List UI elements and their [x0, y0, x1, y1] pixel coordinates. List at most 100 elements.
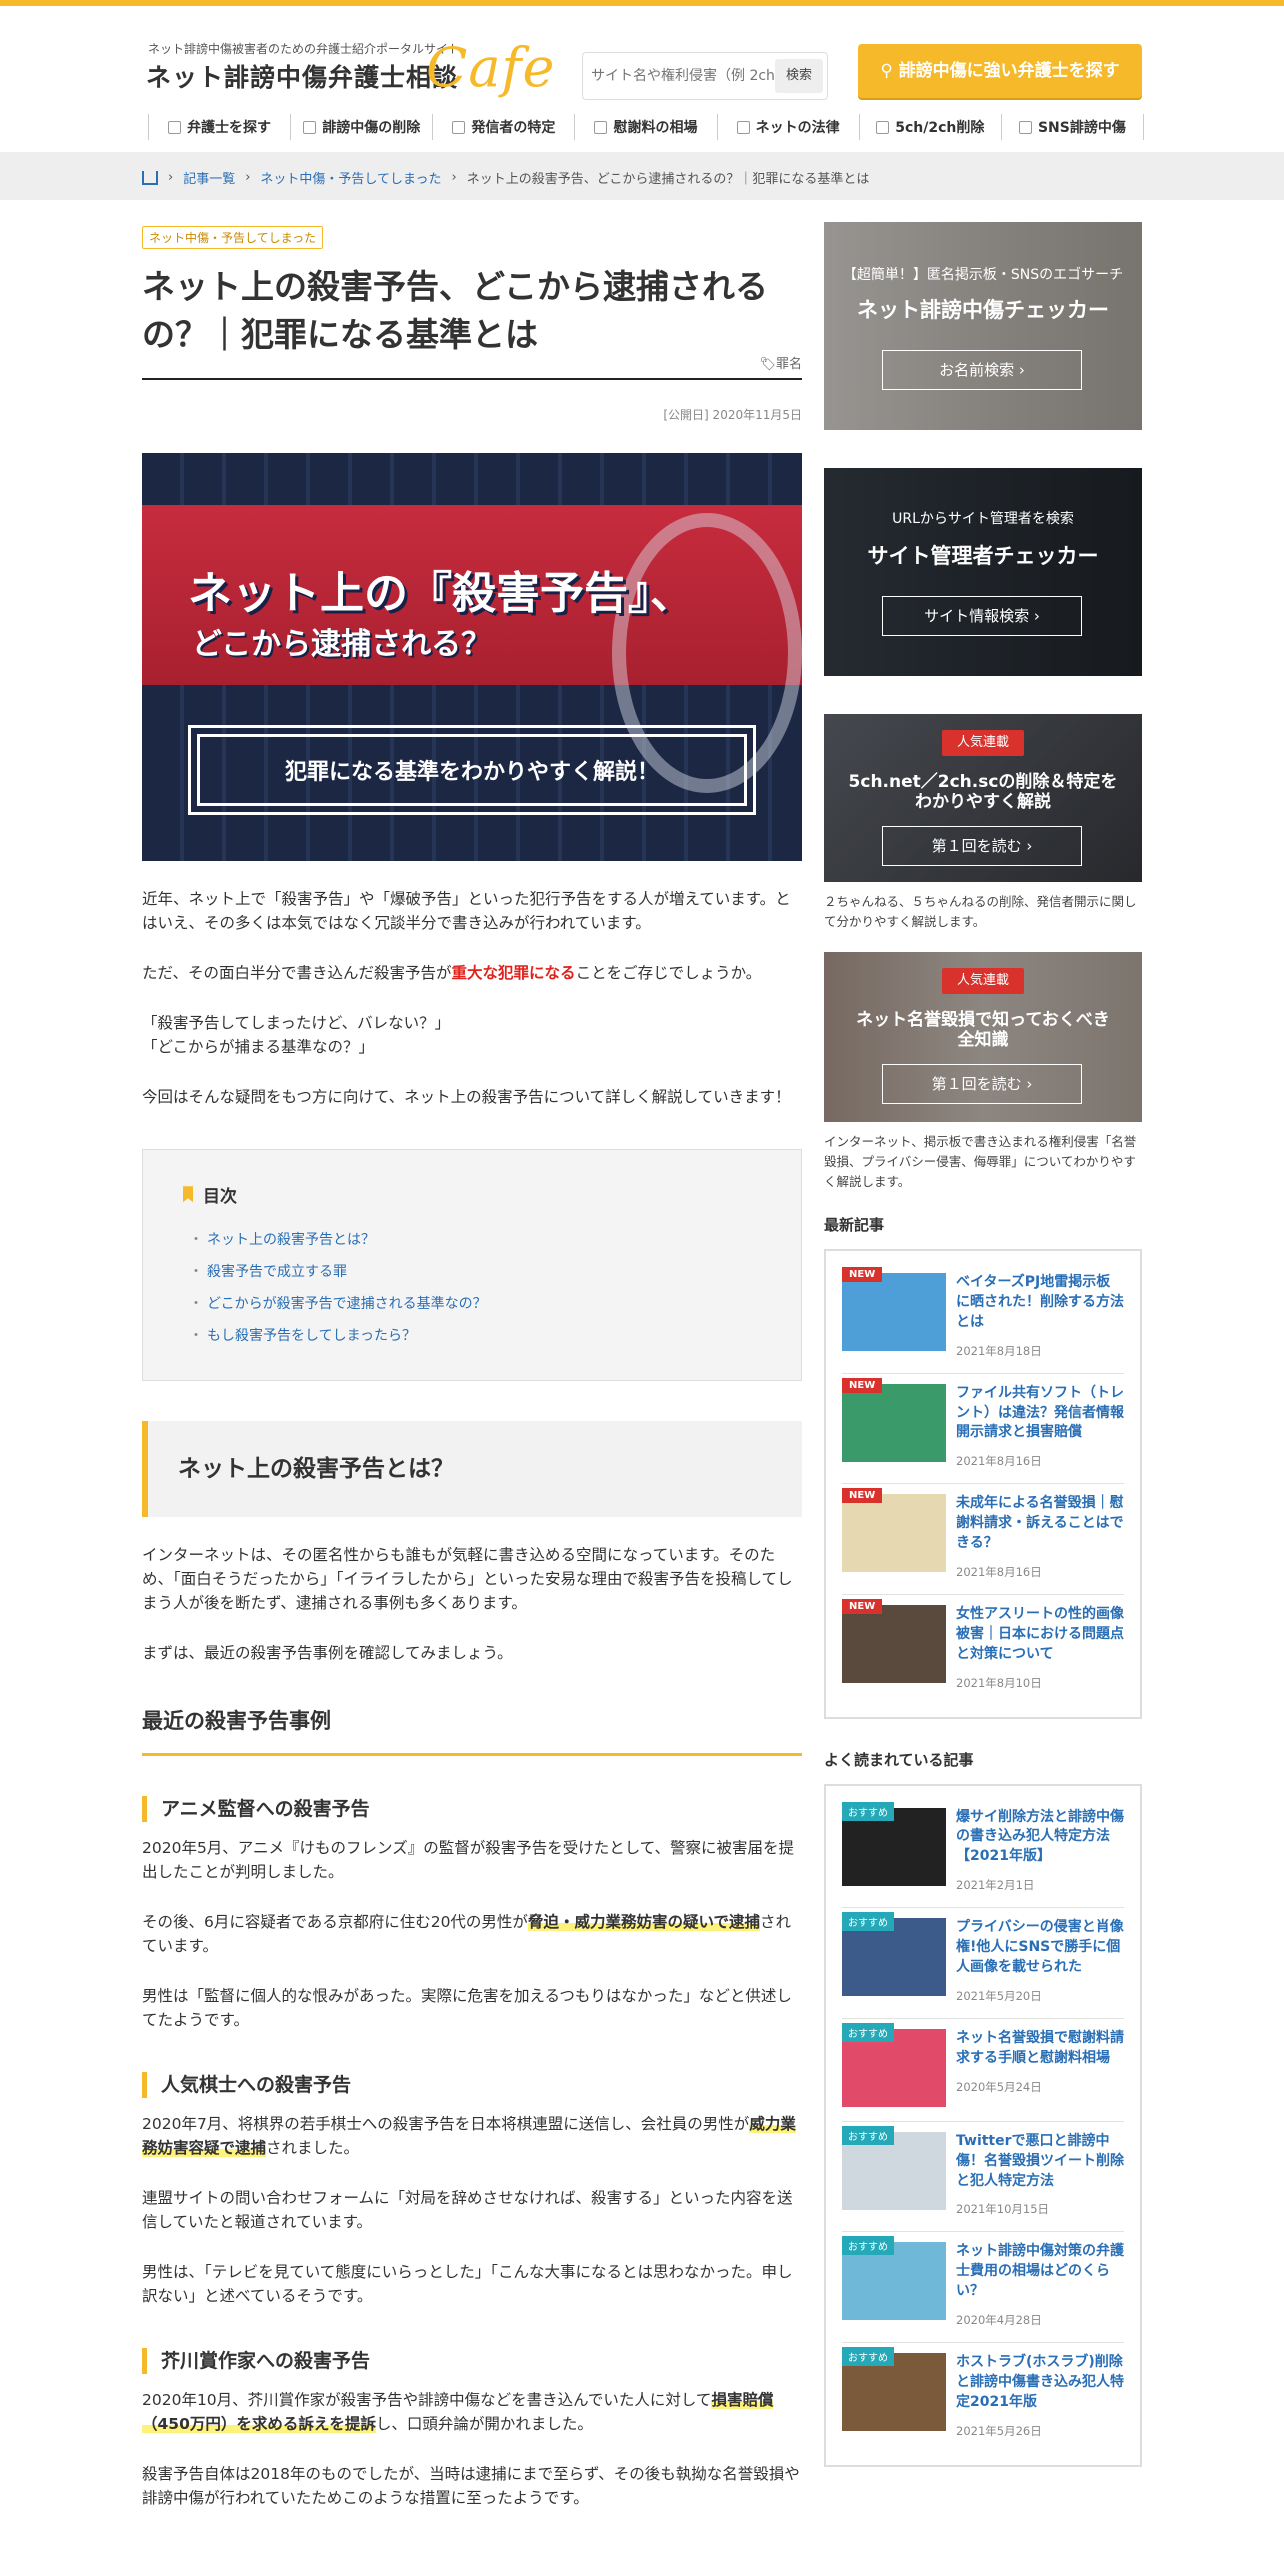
post-thumbnail[interactable]: おすすめ — [842, 2236, 946, 2321]
read-first-button[interactable]: 第１回を読む › — [882, 1064, 1082, 1104]
post-badge: おすすめ — [842, 2125, 894, 2145]
nav-item-consolation[interactable]: 慰謝料の相場 — [575, 114, 718, 140]
nav-item-5ch[interactable]: 5ch/2ch削除 — [860, 114, 1002, 140]
hero-banner-text: 犯罪になる基準をわかりやすく解説！ — [197, 733, 747, 806]
series-widget-defamation[interactable]: 人気連載 ネット名誉毀損で知っておくべき全知識 第１回を読む › — [824, 952, 1142, 1122]
breadcrumb-current: ネット上の殺害予告、どこから逮捕されるの？｜犯罪になる基準とは — [466, 172, 870, 187]
main-nav: 弁護士を探す 誹謗中傷の削除 発信者の特定 慰謝料の相場 ネットの法律 5ch/… — [148, 106, 1144, 148]
toc-item[interactable]: 殺害予告で成立する罪 — [189, 1261, 765, 1281]
list-item[interactable]: NEW ファイル共有ソフト（トレント）は違法？発信者情報開示請求と損害賠償 2021… — [842, 1374, 1124, 1485]
intro-paragraph: ただ、その面白半分で書き込んだ殺害予告が重大な犯罪になることをご存じでしょうか。 — [142, 963, 762, 982]
list-item[interactable]: NEW 未成年による名誉毀損｜慰謝料請求・訴えることはできる？ 2021年8月16日 — [842, 1484, 1124, 1595]
post-title[interactable]: ホストラブ(ホスラブ)削除と誹謗中傷書き込み犯人特定2021年版 — [956, 2353, 1124, 2413]
toc-item[interactable]: もし殺害予告をしてしまったら？ — [189, 1325, 765, 1345]
list-item[interactable]: おすすめ Twitterで悪口と誹謗中傷！名誉毀損ツイート削除と犯人特定方法 202… — [842, 2122, 1124, 2233]
nav-item-lawyer[interactable]: 弁護士を探す — [148, 114, 292, 140]
site-header: ネット誹謗中傷被害者のための弁護士紹介ポータルサイト ネット誹謗中傷弁護士相談 … — [0, 6, 1284, 152]
widget-title: 5ch.net／2ch.scの削除＆特定をわかりやすく解説 — [848, 772, 1118, 813]
list-item[interactable]: おすすめ ホストラブ(ホスラブ)削除と誹謗中傷書き込み犯人特定2021年版 2021… — [842, 2343, 1124, 2453]
post-badge: NEW — [842, 1488, 883, 1504]
post-date: 2021年2月1日 — [956, 1878, 1035, 1893]
nav-item-sns[interactable]: SNS誹謗中傷 — [1002, 114, 1144, 140]
post-thumbnail[interactable]: NEW — [842, 1598, 946, 1683]
post-thumbnail[interactable]: おすすめ — [842, 1801, 946, 1886]
case-paragraph: 男性は「監督に個人的な恨みがあった。実際に危害を加えるつもりはなかった」などと供… — [142, 1986, 792, 2029]
article: ネット中傷・予告してしまった ネット上の殺害予告、どこから逮捕されるの？｜犯罪に… — [142, 222, 802, 2510]
list-item[interactable]: NEW 女性アスリートの性的画像被害｜日本における問題点と対策について 2021年8… — [842, 1595, 1124, 1705]
post-title[interactable]: 女性アスリートの性的画像被害｜日本における問題点と対策について — [956, 1605, 1124, 1665]
post-thumbnail[interactable]: おすすめ — [842, 1912, 946, 1997]
case-heading: 芥川賞作家への殺害予告 — [142, 2348, 802, 2375]
post-title[interactable]: 未成年による名誉毀損｜慰謝料請求・訴えることはできる？ — [956, 1494, 1124, 1554]
hero-banner-frame: 犯罪になる基準をわかりやすく解説！ — [188, 724, 756, 815]
post-title[interactable]: 爆サイ削除方法と誹謗中傷の書き込み犯人特定方法【2021年版】 — [956, 1808, 1124, 1868]
chevron-right-icon: › — [1033, 607, 1040, 625]
nav-item-law[interactable]: ネットの法律 — [718, 114, 860, 140]
case-paragraph: その後、6月に容疑者である京都府に住む20代の男性が脅迫・威力業務妨害の疑いで逮… — [142, 1912, 791, 1955]
post-date: 2021年5月26日 — [956, 2423, 1042, 2438]
fire-icon — [303, 120, 317, 134]
popular-heading: よく読まれている記事 — [824, 1750, 974, 1769]
nav-item-identify[interactable]: 発信者の特定 — [433, 114, 576, 140]
case-paragraph: 2020年5月、アニメ『けものフレンズ』の監督が殺害予告を受けたとして、警察に被… — [142, 1838, 794, 1881]
post-badge: NEW — [842, 1598, 883, 1614]
list-item[interactable]: おすすめ プライバシーの侵害と肖像権!他人にSNSで勝手に個人画像を載せられた 20… — [842, 1908, 1124, 2019]
site-info-search-button[interactable]: サイト情報検索 › — [882, 596, 1082, 636]
breadcrumb-item[interactable]: ネット中傷・予告してしまった — [260, 168, 441, 187]
post-date: 2021年10月15日 — [956, 2202, 1050, 2217]
intro-quotes: 「殺害予告してしまったけど、バレない？」 「どこからが捕まる基準なの？」 — [142, 1013, 451, 1056]
post-title[interactable]: ネット誹謗中傷対策の弁護士費用の相場はどのくらい？ — [956, 2242, 1124, 2302]
post-thumbnail[interactable]: おすすめ — [842, 2125, 946, 2210]
post-title[interactable]: プライバシーの侵害と肖像権!他人にSNSで勝手に個人画像を載せられた — [956, 1918, 1124, 1978]
site-admin-widget[interactable]: URLからサイト管理者を検索 サイト管理者チェッカー サイト情報検索 › — [824, 468, 1142, 676]
category-badge[interactable]: ネット中傷・予告してしまった — [142, 226, 324, 249]
post-thumbnail[interactable]: おすすめ — [842, 2347, 946, 2431]
find-lawyer-button[interactable]: ⚲ 誹謗中傷に強い弁護士を探す — [858, 44, 1142, 98]
list-item[interactable]: おすすめ 爆サイ削除方法と誹謗中傷の書き込み犯人特定方法【2021年版】 2021年… — [842, 1798, 1124, 1909]
read-first-button[interactable]: 第１回を読む › — [882, 826, 1082, 866]
person-icon — [452, 120, 466, 134]
post-thumbnail[interactable]: NEW — [842, 1377, 946, 1462]
post-title[interactable]: ベイターズPJ地雷掲示板に晒された！削除する方法とは — [956, 1273, 1124, 1333]
post-date: 2020年5月24日 — [956, 2079, 1042, 2094]
toc-item[interactable]: どこからが殺害予告で逮捕される基準なの？ — [189, 1293, 765, 1313]
post-title[interactable]: ファイル共有ソフト（トレント）は違法？発信者情報開示請求と損害賠償 — [956, 1384, 1124, 1444]
widget-title: ネット誹謗中傷チェッカー — [857, 298, 1109, 322]
breadcrumb: › 記事一覧 › ネット中傷・予告してしまった › ネット上の殺害予告、どこから… — [142, 168, 869, 187]
site-logo[interactable]: ネット誹謗中傷弁護士相談 — [146, 58, 458, 94]
post-title[interactable]: Twitterで悪口と誹謗中傷！名誉毀損ツイート削除と犯人特定方法 — [956, 2132, 1124, 2192]
post-thumbnail[interactable]: NEW — [842, 1488, 946, 1573]
case-paragraph: 殺害予告自体は2018年のものでしたが、当時は逮捕にまで至らず、その後も執拗な名… — [142, 2465, 800, 2508]
name-search-button[interactable]: お名前検索 › — [882, 350, 1082, 390]
toc-item[interactable]: ネット上の殺害予告とは？ — [189, 1229, 765, 1249]
nav-item-delete[interactable]: 誹謗中傷の削除 — [291, 114, 434, 140]
chat-icon — [876, 120, 890, 134]
post-thumbnail[interactable]: NEW — [842, 1267, 946, 1351]
chevron-right-icon: › — [1018, 361, 1025, 379]
post-date: 2021年8月16日 — [956, 1564, 1042, 1579]
list-item[interactable]: おすすめ ネット誹謗中傷対策の弁護士費用の相場はどのくらい？ 2020年4月28日 — [842, 2232, 1124, 2343]
widget-subtitle: 【超簡単！】匿名掲示板・SNSのエゴサーチ — [842, 267, 1124, 283]
breadcrumb-item[interactable]: 記事一覧 — [183, 168, 235, 187]
publish-date: [公開日] 2020年11月5日 — [663, 407, 802, 422]
hero-subheadline: どこから逮捕される？ — [192, 626, 492, 662]
post-title[interactable]: ネット名誉毀損で慰謝料請求する手順と慰謝料相場 — [956, 2029, 1124, 2069]
post-thumbnail[interactable]: おすすめ — [842, 2022, 946, 2107]
series-widget-5ch[interactable]: 人気連載 5ch.net／2ch.scの削除＆特定をわかりやすく解説 第１回を読… — [824, 714, 1142, 882]
checker-widget[interactable]: 【超簡単！】匿名掲示板・SNSのエゴサーチ ネット誹謗中傷チェッカー お名前検索… — [824, 222, 1142, 430]
logo-cafe-text[interactable]: Cafe — [426, 36, 555, 99]
post-badge: おすすめ — [842, 1912, 894, 1932]
scale-icon — [594, 120, 608, 134]
home-icon[interactable] — [142, 170, 158, 185]
post-badge: おすすめ — [842, 2236, 894, 2256]
find-lawyer-label: 誹謗中傷に強い弁護士を探す — [898, 61, 1120, 81]
search-icon: ⚲ — [880, 61, 893, 81]
search-box: 検索 — [582, 52, 828, 100]
search-button[interactable]: 検索 — [775, 59, 823, 93]
list-item[interactable]: NEW ベイターズPJ地雷掲示板に晒された！削除する方法とは 2021年8月18日 — [842, 1263, 1124, 1374]
popular-series-badge: 人気連載 — [942, 968, 1024, 994]
list-item[interactable]: おすすめ ネット名誉毀損で慰謝料請求する手順と慰謝料相場 2020年5月24日 — [842, 2019, 1124, 2122]
case-heading: アニメ監督への殺害予告 — [142, 1795, 802, 1822]
search-input[interactable] — [591, 63, 781, 89]
case-paragraph: 2020年10月、芥川賞作家が殺害予告や誹謗中傷などを書き込んでいた人に対して損… — [142, 2391, 774, 2434]
